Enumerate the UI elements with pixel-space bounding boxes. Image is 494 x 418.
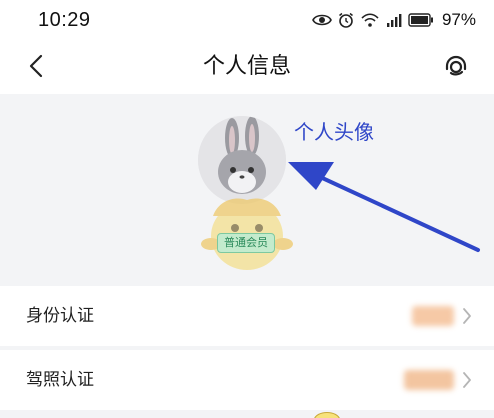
chevron-right-icon	[460, 305, 474, 327]
chevron-left-icon	[29, 54, 43, 78]
alarm-icon	[338, 12, 354, 28]
member-badge: 普通会员	[217, 233, 275, 253]
section-divider	[0, 276, 494, 286]
chick-peek-icon	[314, 412, 340, 418]
status-time: 10:29	[38, 9, 91, 31]
battery-percent: 97%	[441, 10, 476, 29]
row-driver-license-verification[interactable]: 驾照认证	[0, 350, 494, 410]
battery-icon	[408, 13, 434, 27]
row-label: 驾照认证	[26, 370, 94, 389]
customer-service-button[interactable]	[440, 50, 472, 82]
signal-icon	[386, 12, 402, 28]
row-identity-verification[interactable]: 身份认证	[0, 286, 494, 346]
bottom-divider	[0, 410, 494, 418]
avatar-section: 普通会员 个人头像	[0, 94, 494, 276]
eye-icon	[312, 13, 332, 27]
status-bar: 10:29 97%	[0, 0, 494, 38]
nav-bar: 个人信息	[0, 38, 494, 94]
back-button[interactable]	[20, 50, 52, 82]
avatar-annotation-label: 个人头像	[294, 122, 374, 144]
member-chick-icon	[201, 198, 293, 270]
headset-icon	[445, 55, 467, 76]
wifi-icon	[360, 12, 380, 28]
redacted-value	[412, 306, 454, 326]
redacted-value	[404, 370, 454, 390]
page-title: 个人信息	[202, 53, 291, 78]
chevron-right-icon	[460, 369, 474, 391]
status-icons: 97%	[312, 9, 476, 31]
row-label: 身份认证	[26, 306, 94, 325]
